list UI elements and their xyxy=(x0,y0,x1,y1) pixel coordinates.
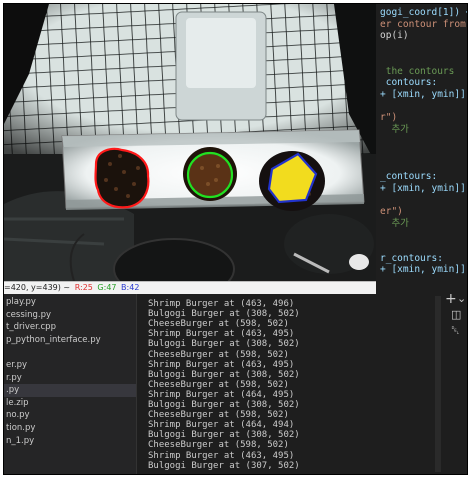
terminal-panel[interactable]: + ⌄ ◫ ␡ Shrimp Burger at (463, 496) Bulgo… xyxy=(137,291,467,474)
image-status-bar: =420, y=439) ~ R:25 G:47 B:42 xyxy=(4,281,376,294)
code-line: er") xyxy=(380,205,403,217)
terminal-output-line: Bulgogi Burger at (308, 502) xyxy=(148,430,300,441)
code-line: gogi_coord[1]) <= xyxy=(380,7,467,18)
terminal-output-line: Bulgogi Burger at (308, 502) xyxy=(148,400,300,410)
code-line: _contours: xyxy=(380,170,438,182)
terminal-output-line: Bulgogi Burger at (308, 502) xyxy=(148,369,300,380)
red-value: R:25 xyxy=(74,283,93,292)
terminal-toolbar: + ⌄ ◫ ␡ xyxy=(439,291,467,474)
code-line: er contour from t xyxy=(380,18,466,30)
terminal-output-line: Shrimp Burger at (463, 496) xyxy=(148,299,295,309)
code-line: + [xmin, ymin]], xyxy=(380,264,467,276)
explorer-file-item[interactable]: n_1.py xyxy=(4,435,136,448)
terminal-output-line: Bulgogi Burger at (308, 502) xyxy=(148,339,300,350)
code-line: 추가 xyxy=(380,217,409,229)
code-line: contours: xyxy=(380,77,438,89)
explorer-file-item[interactable]: le.zip xyxy=(4,397,136,410)
camera-image-window[interactable] xyxy=(4,4,376,281)
terminal-output-line: Shrimp Burger at (464, 495) xyxy=(148,389,295,400)
chevron-down-icon[interactable]: ⌄ xyxy=(457,292,466,305)
terminal-output-line: Bulgogi Burger at (308, 502) xyxy=(148,309,300,320)
terminal-scrollbar[interactable] xyxy=(435,296,441,472)
terminal-output-line: CheeseBurger at (598, 502) xyxy=(148,440,289,451)
explorer-file-item[interactable]: no.py xyxy=(4,409,136,422)
explorer-file-item[interactable]: play.py xyxy=(4,296,136,309)
code-line: the contours xyxy=(380,65,455,77)
split-terminal-icon[interactable]: ◫ xyxy=(451,308,461,321)
file-explorer: play.py cessing.py t_driver.cpp p_python_in… xyxy=(4,294,137,474)
code-line: + [xmin, ymin]], xyxy=(380,182,467,194)
code-line: op(i) xyxy=(380,30,409,42)
code-line: r") xyxy=(380,112,398,124)
blue-value: B:42 xyxy=(121,283,140,292)
trash-icon[interactable]: ␡ xyxy=(451,324,460,338)
code-line: r_contours: xyxy=(380,252,443,264)
add-terminal-icon[interactable]: + xyxy=(445,291,457,307)
terminal-output-line: CheeseBurger at (598, 502) xyxy=(148,379,289,390)
explorer-file-item[interactable]: r.py xyxy=(4,372,136,385)
terminal-output-line: Shrimp Burger at (463, 495) xyxy=(148,329,295,340)
code-editor[interactable]: gogi_coord[1]) <=er contour from top(i) … xyxy=(376,4,467,281)
terminal-output-line: CheeseBurger at (598, 502) xyxy=(148,319,289,330)
shrimp-burger-patty xyxy=(94,147,150,209)
explorer-file-item[interactable]: er.py xyxy=(4,359,136,372)
explorer-file-item[interactable]: cessing.py xyxy=(4,309,136,322)
green-value: G:47 xyxy=(97,283,117,292)
terminal-output-line: Shrimp Burger at (464, 494) xyxy=(148,420,295,431)
cursor-coordinates: =420, y=439) ~ xyxy=(4,283,71,292)
terminal-output-line: CheeseBurger at (598, 502) xyxy=(148,349,289,360)
explorer-file-item[interactable]: t_driver.cpp xyxy=(4,321,136,334)
cheese-burger-patty xyxy=(259,151,325,211)
terminal-output-line: Shrimp Burger at (463, 495) xyxy=(148,359,295,370)
code-line: + [xmin, ymin]], xyxy=(380,88,467,100)
camera-frame-image xyxy=(4,4,376,281)
explorer-file-item[interactable]: .py xyxy=(4,384,136,398)
terminal-output-line: Shrimp Burger at (463, 495) xyxy=(148,450,295,461)
terminal-output-line: CheeseBurger at (598, 502) xyxy=(148,410,289,421)
screen-frame: gogi_coord[1]) <=er contour from top(i) … xyxy=(3,3,468,475)
explorer-file-item[interactable] xyxy=(4,346,136,359)
explorer-file-item[interactable]: p_python_interface.py xyxy=(4,334,136,347)
explorer-file-item[interactable]: tion.py xyxy=(4,422,136,435)
terminal-output-line: Bulgogi Burger at (307, 502) xyxy=(148,460,300,471)
bulgogi-burger-patty xyxy=(183,147,237,201)
code-line: 추가 xyxy=(380,124,409,135)
